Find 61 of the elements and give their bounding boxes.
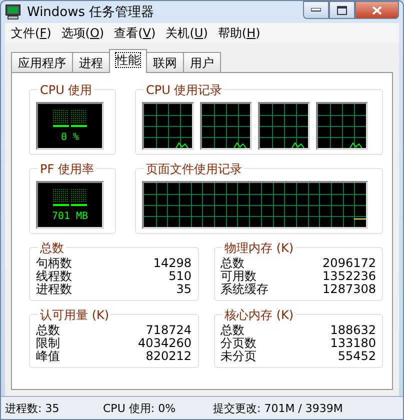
- stat-value: 14298: [153, 257, 192, 270]
- stat-label: 系统缓存: [220, 283, 268, 296]
- stat-label: 线程数: [36, 270, 72, 283]
- stat-label: 峰值: [36, 350, 60, 363]
- usage-meter-drawing: [53, 188, 87, 206]
- group-title: CPU 使用记录: [144, 82, 224, 99]
- stat-label: 句柄数: [36, 257, 72, 270]
- stat-label: 分页数: [220, 337, 256, 350]
- stat-label: 总数: [220, 324, 244, 337]
- stat-value: 2096172: [322, 257, 376, 270]
- menu-item[interactable]: 文件(F): [7, 25, 58, 43]
- stat-value: 133180: [330, 337, 376, 350]
- stat-value: 35: [176, 283, 192, 296]
- stat-value: 1287308: [322, 283, 376, 296]
- meter-reading: 0 %: [60, 132, 80, 142]
- group-title: 页面文件使用记录: [144, 161, 244, 178]
- group-title: PF 使用率: [38, 161, 96, 178]
- history-graph: [260, 104, 308, 148]
- maximize-button[interactable]: [329, 1, 355, 19]
- stat-label: 进程数: [36, 283, 72, 296]
- stat-value: 718724: [146, 324, 192, 337]
- app-icon: [5, 4, 21, 20]
- status-text: 提交更改: 701M / 3939M: [213, 400, 344, 416]
- status-text: 进程数: 35: [5, 400, 60, 416]
- stat-value: 55452: [338, 350, 376, 363]
- tab[interactable]: 应用程序: [11, 52, 73, 72]
- group-title: CPU 使用: [38, 82, 94, 99]
- minimize-icon: [311, 8, 321, 12]
- stat-value: 510: [168, 270, 192, 283]
- stat-value: 4034260: [138, 337, 192, 350]
- tab[interactable]: 联网: [146, 52, 184, 72]
- group-title: 总数: [38, 240, 66, 257]
- window-title: Windows 任务管理器: [27, 4, 156, 21]
- stat-label: 未分页: [220, 350, 256, 363]
- stat-label: 总数: [220, 257, 244, 270]
- group-title: 核心内存 (K): [222, 307, 296, 324]
- stat-label: 可用数: [220, 270, 256, 283]
- stat-label: 限制: [36, 337, 60, 350]
- stat-value: 820212: [146, 350, 192, 363]
- stat-value: 188632: [330, 324, 376, 337]
- history-graph: [318, 104, 366, 148]
- status-text: CPU 使用: 0%: [103, 400, 177, 416]
- tab[interactable]: 用户: [183, 52, 221, 72]
- group-title: 认可用量 (K): [38, 307, 112, 324]
- menu-item[interactable]: 关机(U): [162, 25, 214, 43]
- tab[interactable]: 进程: [72, 52, 110, 72]
- close-icon: [372, 6, 382, 14]
- meter-reading: 701 MB: [52, 210, 88, 222]
- stat-value: 1352236: [322, 270, 376, 283]
- group-title: 物理内存 (K): [222, 240, 296, 257]
- tab[interactable]: 性能: [109, 49, 147, 73]
- maximize-icon: [337, 6, 347, 14]
- menu-item[interactable]: 查看(V): [110, 25, 162, 43]
- stat-label: 总数: [36, 324, 60, 337]
- minimize-button[interactable]: [303, 1, 329, 19]
- history-graph: [144, 104, 192, 148]
- history-graph: [202, 104, 250, 148]
- menu-item[interactable]: 帮助(H): [214, 25, 266, 43]
- usage-meter-drawing: [53, 110, 87, 128]
- close-button[interactable]: [355, 1, 399, 19]
- menu-item[interactable]: 选项(O): [57, 25, 110, 43]
